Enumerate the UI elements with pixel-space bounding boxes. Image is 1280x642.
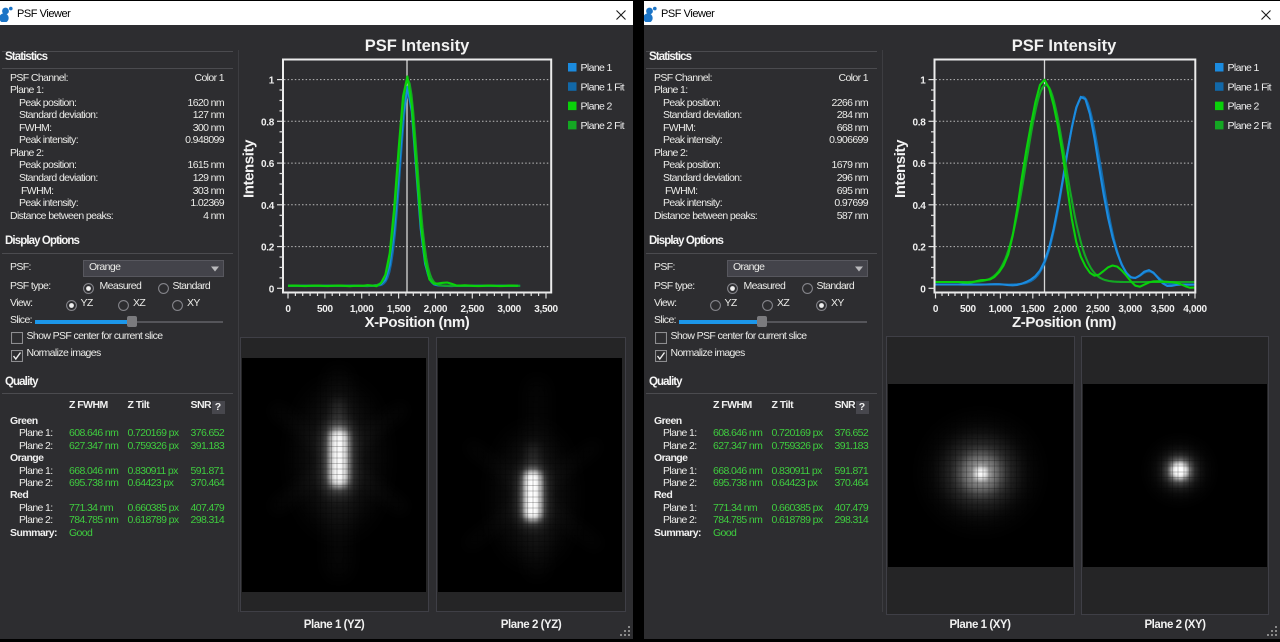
svg-text:PSF Intensity: PSF Intensity <box>1012 37 1117 55</box>
svg-text:Z-Position (nm): Z-Position (nm) <box>1012 314 1116 331</box>
svg-text:1,000: 1,000 <box>989 304 1013 315</box>
svg-text:3,500: 3,500 <box>1151 304 1175 315</box>
svg-text:Plane 2: Plane 2 <box>1228 101 1260 113</box>
svg-text:Plane 2 Fit: Plane 2 Fit <box>1228 120 1272 132</box>
svg-text:0.4: 0.4 <box>912 201 926 212</box>
svg-text:0: 0 <box>933 304 939 315</box>
svg-text:0.2: 0.2 <box>912 243 926 254</box>
svg-text:4,000: 4,000 <box>1183 304 1207 315</box>
svg-text:Intensity: Intensity <box>892 139 909 198</box>
svg-text:Plane 1 Fit: Plane 1 Fit <box>1228 81 1272 93</box>
svg-text:3,000: 3,000 <box>1118 304 1142 315</box>
svg-text:Plane 1: Plane 1 <box>1228 62 1260 74</box>
svg-text:0: 0 <box>920 284 926 295</box>
svg-text:0.8: 0.8 <box>912 117 926 128</box>
svg-text:500: 500 <box>960 304 977 315</box>
svg-text:1: 1 <box>920 76 926 87</box>
svg-text:0.6: 0.6 <box>912 159 926 170</box>
